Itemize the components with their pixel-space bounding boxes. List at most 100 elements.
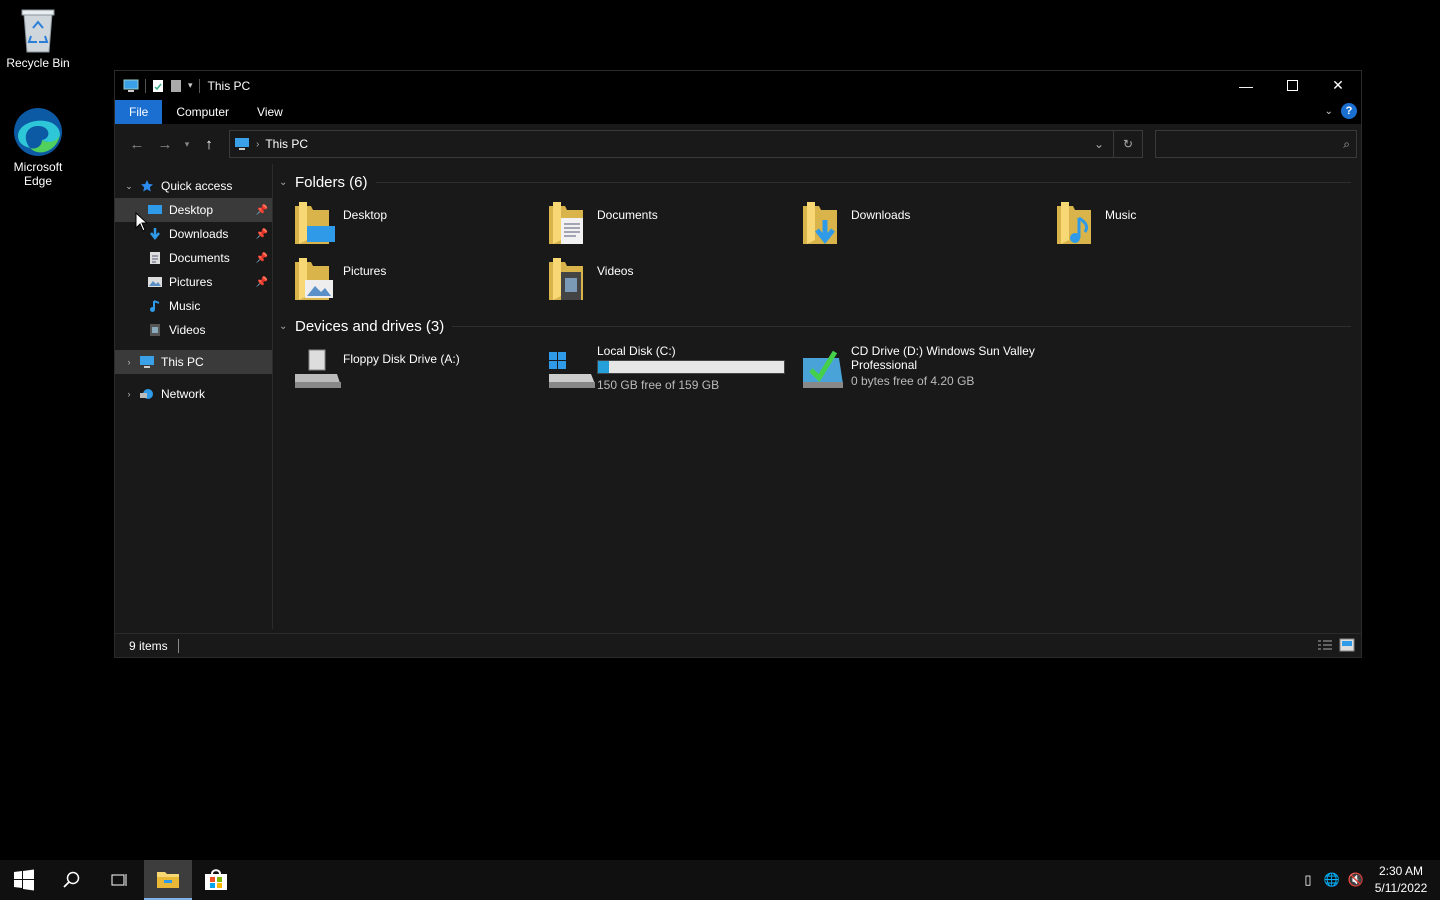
up-arrow-icon: ↑: [205, 135, 213, 153]
expanded-chevron-icon[interactable]: ⌄: [119, 181, 139, 192]
collapsed-chevron-icon[interactable]: ›: [119, 389, 139, 399]
recent-locations-button[interactable]: ▾: [179, 130, 195, 158]
new-folder-icon[interactable]: [170, 79, 182, 93]
task-view-button[interactable]: [96, 860, 144, 900]
pin-icon[interactable]: 📌: [256, 205, 268, 216]
expand-ribbon-chevron-icon[interactable]: ⌄: [1325, 106, 1333, 117]
title-bar[interactable]: ▾ This PC — ✕: [115, 71, 1361, 100]
details-view-icon[interactable]: [1317, 638, 1333, 652]
close-button[interactable]: ✕: [1315, 71, 1361, 100]
tab-computer[interactable]: Computer: [162, 100, 243, 124]
folder-tile-downloads[interactable]: Downloads: [801, 200, 1055, 256]
sidebar-item-label: Videos: [169, 323, 206, 337]
content-pane[interactable]: ⌄ Folders (6) Desktop Documents Download…: [273, 164, 1361, 629]
navigation-pane[interactable]: ⌄ Quick access Desktop 📌 Downloads 📌 Doc…: [115, 164, 273, 629]
usb-device-icon[interactable]: ▯: [1296, 872, 1320, 888]
minimize-button[interactable]: —: [1223, 71, 1269, 100]
recycle-bin-desktop-icon[interactable]: Recycle Bin: [0, 6, 76, 70]
pictures-folder-icon: [295, 258, 333, 300]
search-icon: ⌕: [1343, 137, 1350, 151]
pin-icon[interactable]: 📌: [256, 229, 268, 240]
search-button[interactable]: [48, 860, 96, 900]
up-button[interactable]: ↑: [195, 130, 223, 158]
drive-usage-fill: [598, 361, 609, 373]
qa-customize-chevron-icon[interactable]: ▾: [188, 80, 193, 91]
drive-tile-cd-d[interactable]: CD Drive (D:) Windows Sun Valley Profess…: [801, 344, 1055, 400]
this-pc-icon: [123, 79, 139, 92]
downloads-folder-icon: [803, 202, 837, 245]
sidebar-item-quick-access[interactable]: ⌄ Quick access: [115, 174, 272, 198]
sidebar-item-videos[interactable]: Videos: [115, 318, 272, 342]
folder-name: Documents: [597, 208, 658, 222]
folder-tile-desktop[interactable]: Desktop: [293, 200, 547, 256]
sidebar-item-label: Music: [169, 299, 201, 313]
sidebar-item-label: Pictures: [169, 275, 213, 289]
this-pc-icon: [235, 138, 249, 150]
collapse-group-chevron-icon[interactable]: ⌄: [279, 321, 295, 332]
help-icon[interactable]: ?: [1341, 103, 1357, 119]
address-history-chevron-icon[interactable]: ⌄: [1085, 131, 1113, 157]
drive-tile-floppy[interactable]: Floppy Disk Drive (A:): [293, 344, 547, 400]
video-icon: [147, 322, 163, 338]
properties-icon[interactable]: [152, 79, 164, 93]
address-bar[interactable]: › This PC ⌄ ↻: [229, 130, 1143, 158]
star-icon: [139, 178, 155, 194]
forward-button[interactable]: →: [151, 130, 179, 158]
floppy-drive-icon: [295, 349, 341, 388]
collapse-group-chevron-icon[interactable]: ⌄: [279, 177, 295, 188]
drives-header-label: Devices and drives (3): [295, 317, 445, 335]
tab-file[interactable]: File: [115, 100, 163, 124]
refresh-icon[interactable]: ↻: [1114, 131, 1142, 157]
sidebar-item-pictures[interactable]: Pictures 📌: [115, 270, 272, 294]
sidebar-item-network[interactable]: › Network: [115, 382, 272, 406]
network-icon: [139, 386, 155, 402]
qa-separator-2: [198, 78, 200, 93]
qa-separator: [145, 78, 146, 93]
folder-tile-pictures[interactable]: Pictures: [293, 256, 547, 312]
maximize-button[interactable]: [1269, 71, 1315, 100]
drives-group-header[interactable]: ⌄ Devices and drives (3): [279, 314, 1355, 338]
clock[interactable]: 2:30 AM 5/11/2022: [1368, 863, 1434, 897]
desktop-icon: [147, 202, 163, 218]
file-explorer-taskbar-button[interactable]: [144, 860, 192, 900]
folder-tile-documents[interactable]: Documents: [547, 200, 801, 256]
tab-view[interactable]: View: [243, 100, 297, 124]
edge-desktop-icon[interactable]: Microsoft Edge: [0, 106, 76, 188]
folders-group-header[interactable]: ⌄ Folders (6): [279, 170, 1355, 194]
pin-icon[interactable]: 📌: [256, 277, 268, 288]
breadcrumb-chevron-icon[interactable]: ›: [256, 139, 259, 150]
folder-tile-music[interactable]: Music: [1055, 200, 1309, 256]
recycle-bin-icon: [21, 9, 55, 53]
mouse-cursor-icon: [135, 212, 147, 232]
documents-folder-icon: [549, 202, 583, 244]
pin-icon[interactable]: 📌: [256, 253, 268, 264]
start-button[interactable]: [0, 860, 48, 900]
cd-drive-icon: [803, 350, 843, 388]
network-globe-icon[interactable]: 🌐: [1320, 872, 1344, 888]
sidebar-item-documents[interactable]: Documents 📌: [115, 246, 272, 270]
task-view-icon: [111, 874, 127, 886]
store-bag-icon: [205, 869, 227, 890]
store-taskbar-button[interactable]: [192, 860, 240, 900]
file-explorer-window: ▾ This PC — ✕ File Computer View ⌄ ? ← →…: [114, 70, 1362, 658]
explorer-body: ⌄ Quick access Desktop 📌 Downloads 📌 Doc…: [115, 164, 1361, 629]
windows-logo-icon: [14, 869, 34, 891]
music-folder-icon: [1057, 202, 1091, 244]
view-toggles: [1317, 638, 1355, 652]
breadcrumb-this-pc[interactable]: This PC: [265, 137, 308, 151]
sidebar-item-label: Desktop: [169, 203, 214, 217]
status-bar: 9 items: [115, 633, 1361, 657]
search-box[interactable]: ⌕: [1155, 130, 1357, 158]
back-button[interactable]: ←: [123, 130, 151, 158]
collapsed-chevron-icon[interactable]: ›: [119, 357, 139, 367]
large-icons-view-icon[interactable]: [1339, 638, 1355, 652]
quick-access-toolbar: ▾: [115, 78, 200, 93]
breadcrumb: › This PC: [234, 137, 308, 151]
music-note-icon: [147, 298, 163, 314]
folder-tile-videos[interactable]: Videos: [547, 256, 801, 312]
volume-muted-icon[interactable]: 🔇: [1344, 872, 1368, 888]
drive-tile-local-c[interactable]: Local Disk (C:) 150 GB free of 159 GB: [547, 344, 801, 400]
sidebar-item-this-pc[interactable]: › This PC: [115, 350, 272, 374]
sidebar-item-music[interactable]: Music: [115, 294, 272, 318]
